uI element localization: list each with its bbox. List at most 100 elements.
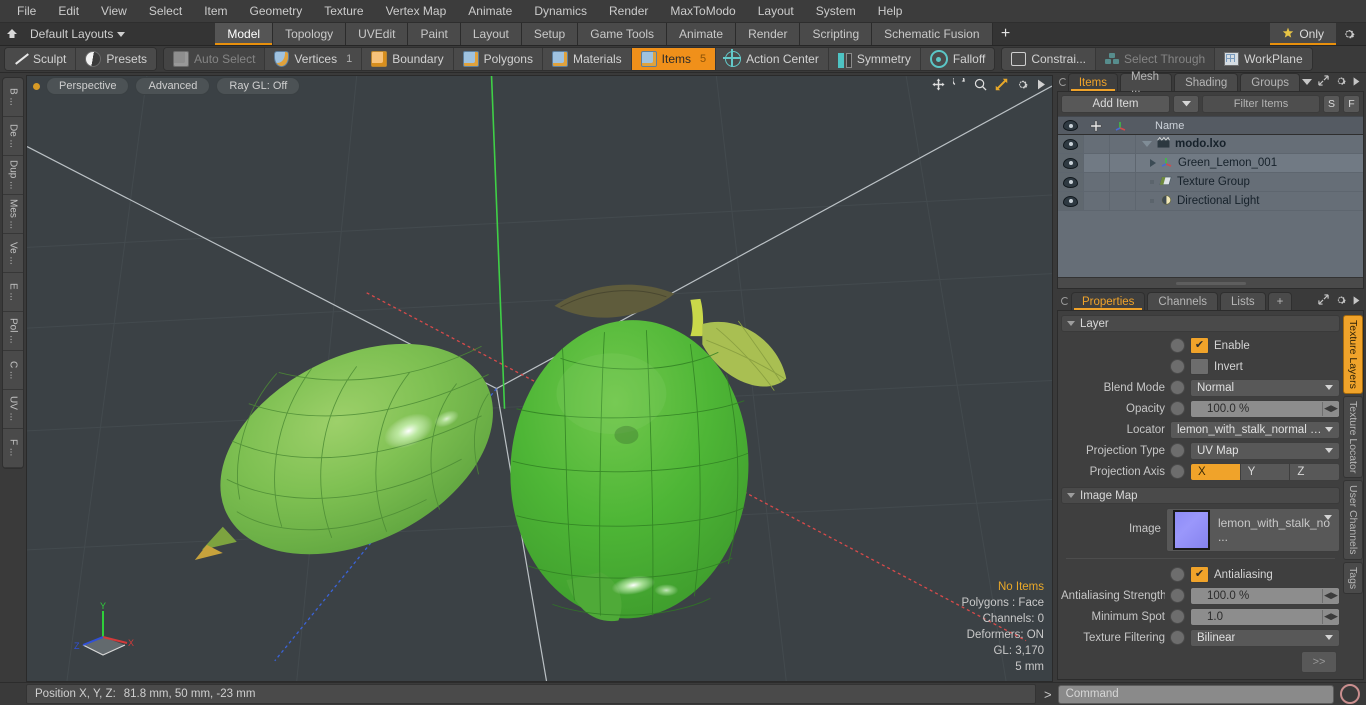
rail-tab-edge[interactable]: E ... [3,273,23,312]
chevron-down-icon[interactable] [1142,141,1152,147]
panel-handle-icon[interactable] [1059,292,1071,310]
filter-s-button[interactable]: S [1323,95,1340,113]
row-visibility-toggle[interactable] [1058,192,1084,210]
side-tab-user-channels[interactable]: User Channels [1343,480,1363,560]
chevron-down-icon[interactable] [1302,75,1312,89]
filter-items-input[interactable]: Filter Items [1202,95,1320,113]
menu-item-texture[interactable]: Texture [313,2,374,20]
row-lock-cell[interactable] [1084,173,1110,191]
record-macro-button[interactable] [1340,684,1360,704]
menu-item-help[interactable]: Help [867,2,914,20]
tab-items[interactable]: Items [1067,73,1118,91]
table-row[interactable]: modo.lxo [1058,135,1363,154]
menu-item-file[interactable]: File [6,2,47,20]
rail-tab-fur[interactable]: F ... [3,429,23,468]
boundary-button[interactable]: Boundary [362,48,454,70]
play-icon[interactable] [1353,75,1360,89]
tab-channels[interactable]: Channels [1147,292,1219,310]
image-thumbnail[interactable] [1172,510,1210,550]
gear-icon[interactable] [1016,78,1029,94]
row-visibility-toggle[interactable] [1058,173,1084,191]
texture-filtering-knob[interactable] [1170,630,1185,645]
minimum-spot-knob[interactable] [1170,609,1185,624]
command-input[interactable]: Command [1057,684,1334,704]
projection-axis-knob[interactable] [1170,464,1185,479]
projection-axis-x[interactable]: X [1191,463,1241,480]
enable-checkbox[interactable]: ✔ [1190,337,1209,354]
tab-setup[interactable]: Setup [521,23,579,45]
rail-tab-vertex[interactable]: Ve ... [3,234,23,273]
tab-scripting[interactable]: Scripting [800,23,873,45]
opacity-stepper[interactable]: ◀▶ [1322,401,1339,416]
play-icon[interactable] [1353,294,1360,308]
side-tab-tags[interactable]: Tags [1343,561,1363,594]
sculpt-button[interactable]: Sculpt [5,48,77,70]
item-row-green-lemon[interactable]: Green_Lemon_001 [1136,156,1277,171]
row-visibility-toggle[interactable] [1058,135,1084,153]
tab-topology[interactable]: Topology [273,23,347,45]
fit-icon[interactable] [995,78,1008,94]
tab-lists[interactable]: Lists [1220,292,1266,310]
projection-axis-z[interactable]: Z [1290,463,1339,480]
antialiasing-knob[interactable] [1170,567,1185,582]
menu-item-geometry[interactable]: Geometry [239,2,314,20]
tab-groups[interactable]: Groups [1240,73,1300,91]
section-layer[interactable]: Layer [1061,315,1340,332]
add-tab-button[interactable]: + [993,23,1019,45]
menu-item-edit[interactable]: Edit [47,2,90,20]
menu-item-dynamics[interactable]: Dynamics [523,2,598,20]
menu-item-item[interactable]: Item [193,2,238,20]
row-lock-cell[interactable] [1084,154,1110,172]
row-transform-cell[interactable] [1110,154,1136,172]
row-transform-cell[interactable] [1110,135,1136,153]
auto-select-button[interactable]: Auto Select [164,48,266,70]
tab-properties[interactable]: Properties [1071,292,1146,310]
antialiasing-strength-knob[interactable] [1170,588,1185,603]
rail-tab-polygon[interactable]: Pol ... [3,312,23,351]
opacity-input[interactable]: 100.0 % ◀▶ [1190,399,1340,418]
menu-item-layout[interactable]: Layout [747,2,805,20]
polygons-button[interactable]: Polygons [453,48,543,70]
minimum-spot-stepper[interactable]: ◀▶ [1322,609,1339,624]
texture-filtering-dropdown[interactable]: Bilinear [1190,628,1340,647]
symmetry-button[interactable]: Symmetry [828,48,921,70]
items-tree-body[interactable]: modo.lxo Green_Lemon_001 Texture Group D… [1058,135,1363,277]
rotate-icon[interactable] [952,76,966,94]
row-visibility-toggle[interactable] [1058,154,1084,172]
presets-button[interactable]: Presets [76,48,157,70]
3d-viewport[interactable]: Perspective Advanced Ray GL: Off Y X Z N… [26,75,1053,682]
table-row[interactable]: Directional Light [1058,192,1363,211]
panel-handle-icon[interactable] [1059,73,1068,91]
side-tab-texture-locator[interactable]: Texture Locator [1343,395,1363,479]
column-visibility-icon[interactable] [1058,120,1083,131]
materials-button[interactable]: Materials [542,48,632,70]
row-lock-cell[interactable] [1084,192,1110,210]
tab-layout[interactable]: Layout [460,23,522,45]
tab-game-tools[interactable]: Game Tools [578,23,668,45]
gear-icon[interactable] [1335,75,1347,90]
add-item-button[interactable]: Add Item [1061,95,1170,113]
item-row-scene[interactable]: modo.lxo [1136,136,1226,151]
image-dropdown[interactable]: lemon_with_stalk_no ... [1165,508,1340,552]
tab-shading[interactable]: Shading [1174,73,1239,91]
items-button[interactable]: Items 5 [631,48,717,70]
falloff-button[interactable]: Falloff [920,48,995,70]
viewport-perspective-dropdown[interactable]: Perspective [46,77,130,95]
projection-type-dropdown[interactable]: UV Map [1190,441,1340,460]
item-row-texture-group[interactable]: Texture Group [1136,175,1250,189]
constraint-button[interactable]: Constrai... [1002,48,1096,70]
play-icon[interactable] [1037,79,1046,93]
tab-paint[interactable]: Paint [408,23,461,45]
rail-tab-curve[interactable]: C ... [3,351,23,390]
workplane-button[interactable]: WorkPlane [1215,48,1312,70]
projection-type-knob[interactable] [1170,443,1185,458]
move-icon[interactable] [932,78,945,94]
rail-tab-uv[interactable]: UV ... [3,390,23,429]
tab-schematic-fusion[interactable]: Schematic Fusion [872,23,993,45]
menu-item-render[interactable]: Render [598,2,659,20]
viewport-advanced-dropdown[interactable]: Advanced [135,77,211,95]
blend-mode-dropdown[interactable]: Normal [1190,378,1340,397]
select-through-button[interactable]: Select Through [1096,48,1216,70]
tab-mesh[interactable]: Mesh ... [1119,71,1173,95]
menu-item-view[interactable]: View [90,2,138,20]
